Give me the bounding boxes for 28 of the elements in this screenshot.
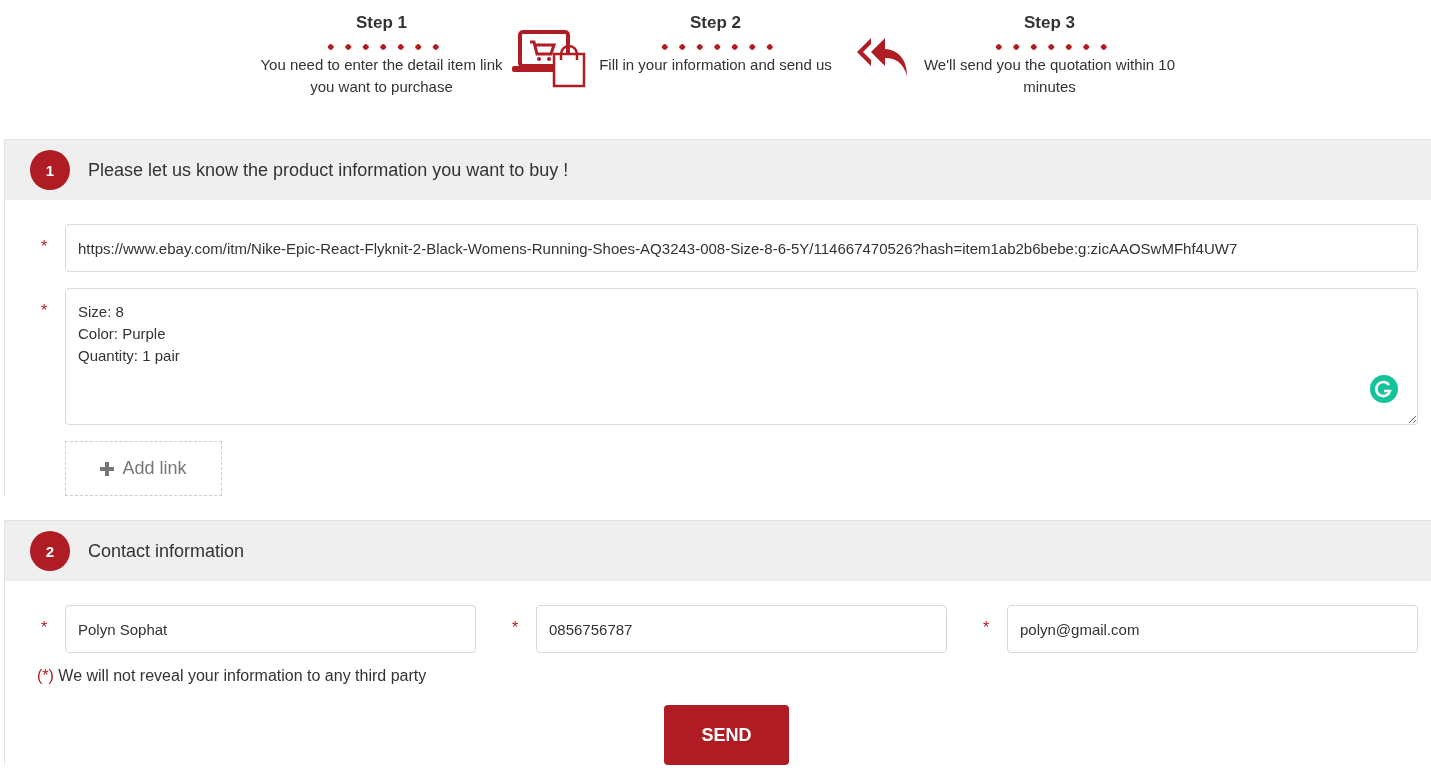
required-note-mark: (*) [37, 667, 54, 684]
step-title: Step 3 [1023, 12, 1076, 34]
reply-all-arrow-icon [856, 36, 909, 78]
privacy-note: We will not reveal your information to any third party [58, 667, 427, 684]
send-button[interactable]: SEND [664, 705, 789, 765]
required-mark: * [981, 618, 991, 638]
required-mark: * [39, 618, 49, 638]
step-number-badge: 2 [30, 531, 70, 571]
step-title: Step 1 [355, 12, 408, 34]
required-mark: * [510, 618, 520, 638]
text-field[interactable]: https://www.ebay.com/itm/Nike-Epic-React-Flyknit-2-Black-Womens-Running-Shoes-AQ3243-008-Size-8-6-5Y/114667470526?hash=item1ab2b6bebe:g:zicAAOSwMFhf4UW7 [65, 224, 1418, 272]
required-mark: * [39, 301, 49, 321]
section-title: Please let us know the product information you want to buy ! [88, 159, 569, 181]
text-field[interactable]: Polyn Sophat [65, 605, 476, 653]
step-description: We'll send you the quotation within 10 minutes [923, 55, 1176, 97]
add-link-button[interactable]: Add link [65, 441, 222, 496]
step-title: Step 2 [689, 12, 742, 34]
plus-icon [100, 461, 115, 476]
laptop-shopping-bag-icon [511, 30, 586, 88]
step-number-badge: 1 [30, 150, 70, 190]
text-field[interactable]: 0856756787 [536, 605, 947, 653]
required-mark: * [39, 237, 49, 257]
text-field[interactable]: polyn@gmail.com [1007, 605, 1418, 653]
details-textarea[interactable]: Size: 8 Color: Purple Quantity: 1 pair [65, 288, 1418, 425]
grammar-assistant-icon[interactable] [1370, 375, 1398, 403]
step-description: Fill in your information and send us [598, 55, 833, 75]
step-description: You need to enter the detail item link you want to purchase [259, 55, 504, 97]
section-title: Contact information [88, 540, 245, 562]
